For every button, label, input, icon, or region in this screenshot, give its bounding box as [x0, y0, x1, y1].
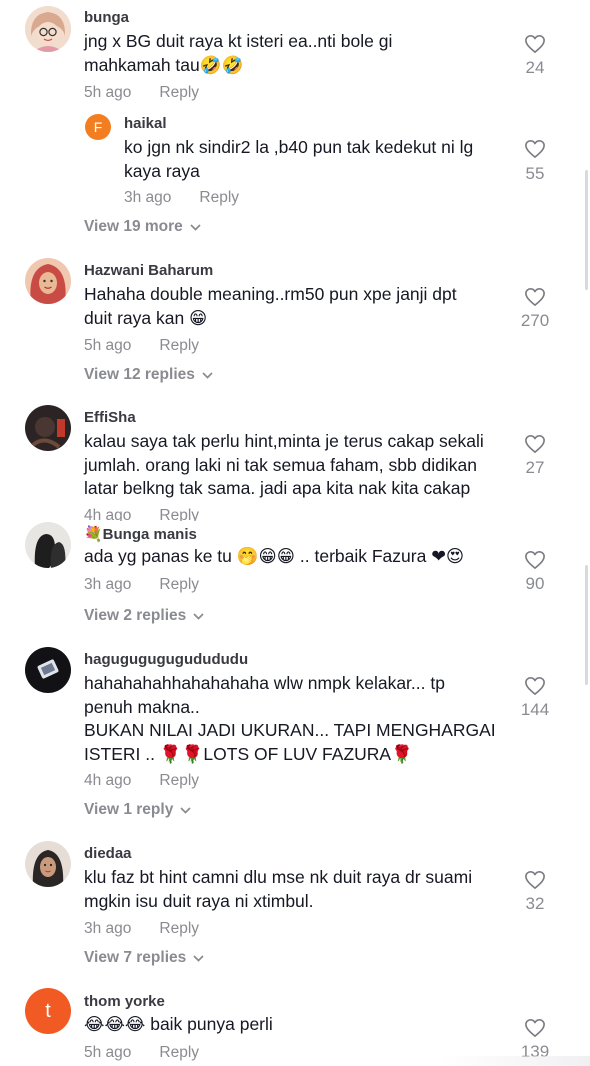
like-count: 55: [525, 164, 545, 183]
like-count: 24: [525, 58, 545, 77]
avatar[interactable]: [25, 405, 71, 451]
scrollbar-track[interactable]: [585, 170, 588, 290]
view-more-replies-button[interactable]: View 7 replies: [84, 949, 204, 967]
like-count: 32: [525, 894, 545, 913]
reply-button[interactable]: Reply: [199, 189, 239, 206]
view-more-replies-button[interactable]: View 19 more: [84, 218, 201, 236]
avatar[interactable]: [25, 6, 71, 52]
chevron-down-icon: [193, 954, 204, 962]
comment-text: hahahahahhahahahaha wlw nmpk kelakar... …: [84, 673, 496, 764]
view-more-replies-button[interactable]: View 12 replies: [84, 366, 213, 384]
comment-text: klu faz bt hint camni dlu mse nk duit ra…: [84, 867, 473, 911]
comment-time: 3h ago: [84, 576, 132, 593]
reply-button[interactable]: Reply: [159, 337, 199, 354]
like-count: 144: [520, 700, 550, 719]
comment-username[interactable]: 💐Bunga manis: [84, 525, 197, 543]
reply-button[interactable]: Reply: [159, 1044, 199, 1061]
reply-button[interactable]: Reply: [159, 920, 199, 937]
comment-username[interactable]: Hazwani Baharum: [84, 262, 213, 279]
heart-icon[interactable]: [524, 676, 546, 696]
bottom-fade: [440, 1056, 590, 1066]
comment-meta: 3h ago Reply: [84, 576, 199, 594]
avatar-image: [25, 647, 71, 693]
avatar-image: [25, 841, 71, 887]
heart-icon[interactable]: [524, 870, 546, 890]
view-more-label: View 7 replies: [84, 949, 187, 966]
avatar-image: [25, 405, 71, 451]
comment-text: Hahaha double meaning..rm50 pun xpe janj…: [84, 284, 457, 328]
heart-icon[interactable]: [524, 434, 546, 454]
reply-username[interactable]: haikal: [124, 115, 167, 132]
avatar[interactable]: t: [25, 988, 71, 1034]
reply-button[interactable]: Reply: [159, 576, 199, 593]
view-more-replies-button[interactable]: View 1 reply: [84, 801, 191, 819]
comment-meta: 3h ago Reply: [84, 920, 199, 938]
like-count: 90: [525, 574, 545, 593]
comment-meta: 5h ago Reply: [84, 84, 199, 102]
comment-text: jng x BG duit raya kt isteri ea..nti bol…: [84, 31, 393, 75]
comment-time: 5h ago: [84, 84, 132, 101]
like-count: 27: [525, 458, 545, 477]
reply-meta: 3h ago Reply: [124, 189, 239, 207]
chevron-down-icon: [190, 223, 201, 231]
avatar-image: [25, 6, 71, 52]
comment-username[interactable]: bunga: [84, 9, 129, 26]
chevron-down-icon: [180, 806, 191, 814]
comment-meta: 4h ago Reply: [84, 772, 199, 790]
like-count: 270: [520, 311, 550, 330]
reply-time: 3h ago: [124, 189, 172, 206]
avatar[interactable]: F: [85, 114, 111, 140]
comment-text: 😂😂😂 baik punya perli: [84, 1014, 273, 1034]
comment-username[interactable]: diedaa: [84, 845, 132, 862]
chevron-down-icon: [202, 371, 213, 379]
view-more-label: View 12 replies: [84, 366, 195, 383]
view-more-replies-button[interactable]: View 2 replies: [84, 607, 204, 625]
comment-meta: 5h ago Reply: [84, 1044, 199, 1062]
view-more-label: View 2 replies: [84, 607, 187, 624]
avatar[interactable]: [25, 647, 71, 693]
avatar-image: [25, 522, 71, 568]
comment-text: kalau saya tak perlu hint,minta je terus…: [84, 431, 484, 498]
comment-time: 4h ago: [84, 772, 132, 789]
reply-button[interactable]: Reply: [159, 507, 199, 521]
heart-icon[interactable]: [524, 550, 546, 570]
comment-meta: 5h ago Reply: [84, 337, 199, 355]
view-more-label: View 19 more: [84, 218, 183, 235]
comment-username[interactable]: hagugugugugudududu: [84, 651, 248, 668]
heart-icon[interactable]: [524, 287, 546, 307]
view-more-label: View 1 reply: [84, 801, 174, 818]
comment-meta: 4h ago Reply: [84, 507, 199, 521]
comment-time: 4h ago: [84, 507, 132, 521]
heart-icon[interactable]: [524, 34, 546, 54]
chevron-down-icon: [193, 612, 204, 620]
scrollbar-track[interactable]: [585, 565, 588, 685]
comment-time: 3h ago: [84, 920, 132, 937]
comment-time: 5h ago: [84, 337, 132, 354]
comment-username[interactable]: EffiSha: [84, 409, 136, 426]
avatar-image: [25, 258, 71, 304]
avatar[interactable]: [25, 522, 71, 568]
heart-icon[interactable]: [524, 139, 546, 159]
reply-text: ko jgn nk sindir2 la ,b40 pun tak kedeku…: [124, 137, 474, 181]
comment-username[interactable]: thom yorke: [84, 993, 165, 1010]
avatar[interactable]: [25, 258, 71, 304]
comment-text: ada yg panas ke tu 🤭😁😁 .. terbaik Fazura…: [84, 546, 465, 566]
avatar[interactable]: [25, 841, 71, 887]
heart-icon[interactable]: [524, 1018, 546, 1038]
reply-button[interactable]: Reply: [159, 772, 199, 789]
avatar-letter: t: [45, 999, 51, 1022]
avatar-letter: F: [93, 119, 103, 135]
reply-button[interactable]: Reply: [159, 84, 199, 101]
comment-time: 5h ago: [84, 1044, 132, 1061]
